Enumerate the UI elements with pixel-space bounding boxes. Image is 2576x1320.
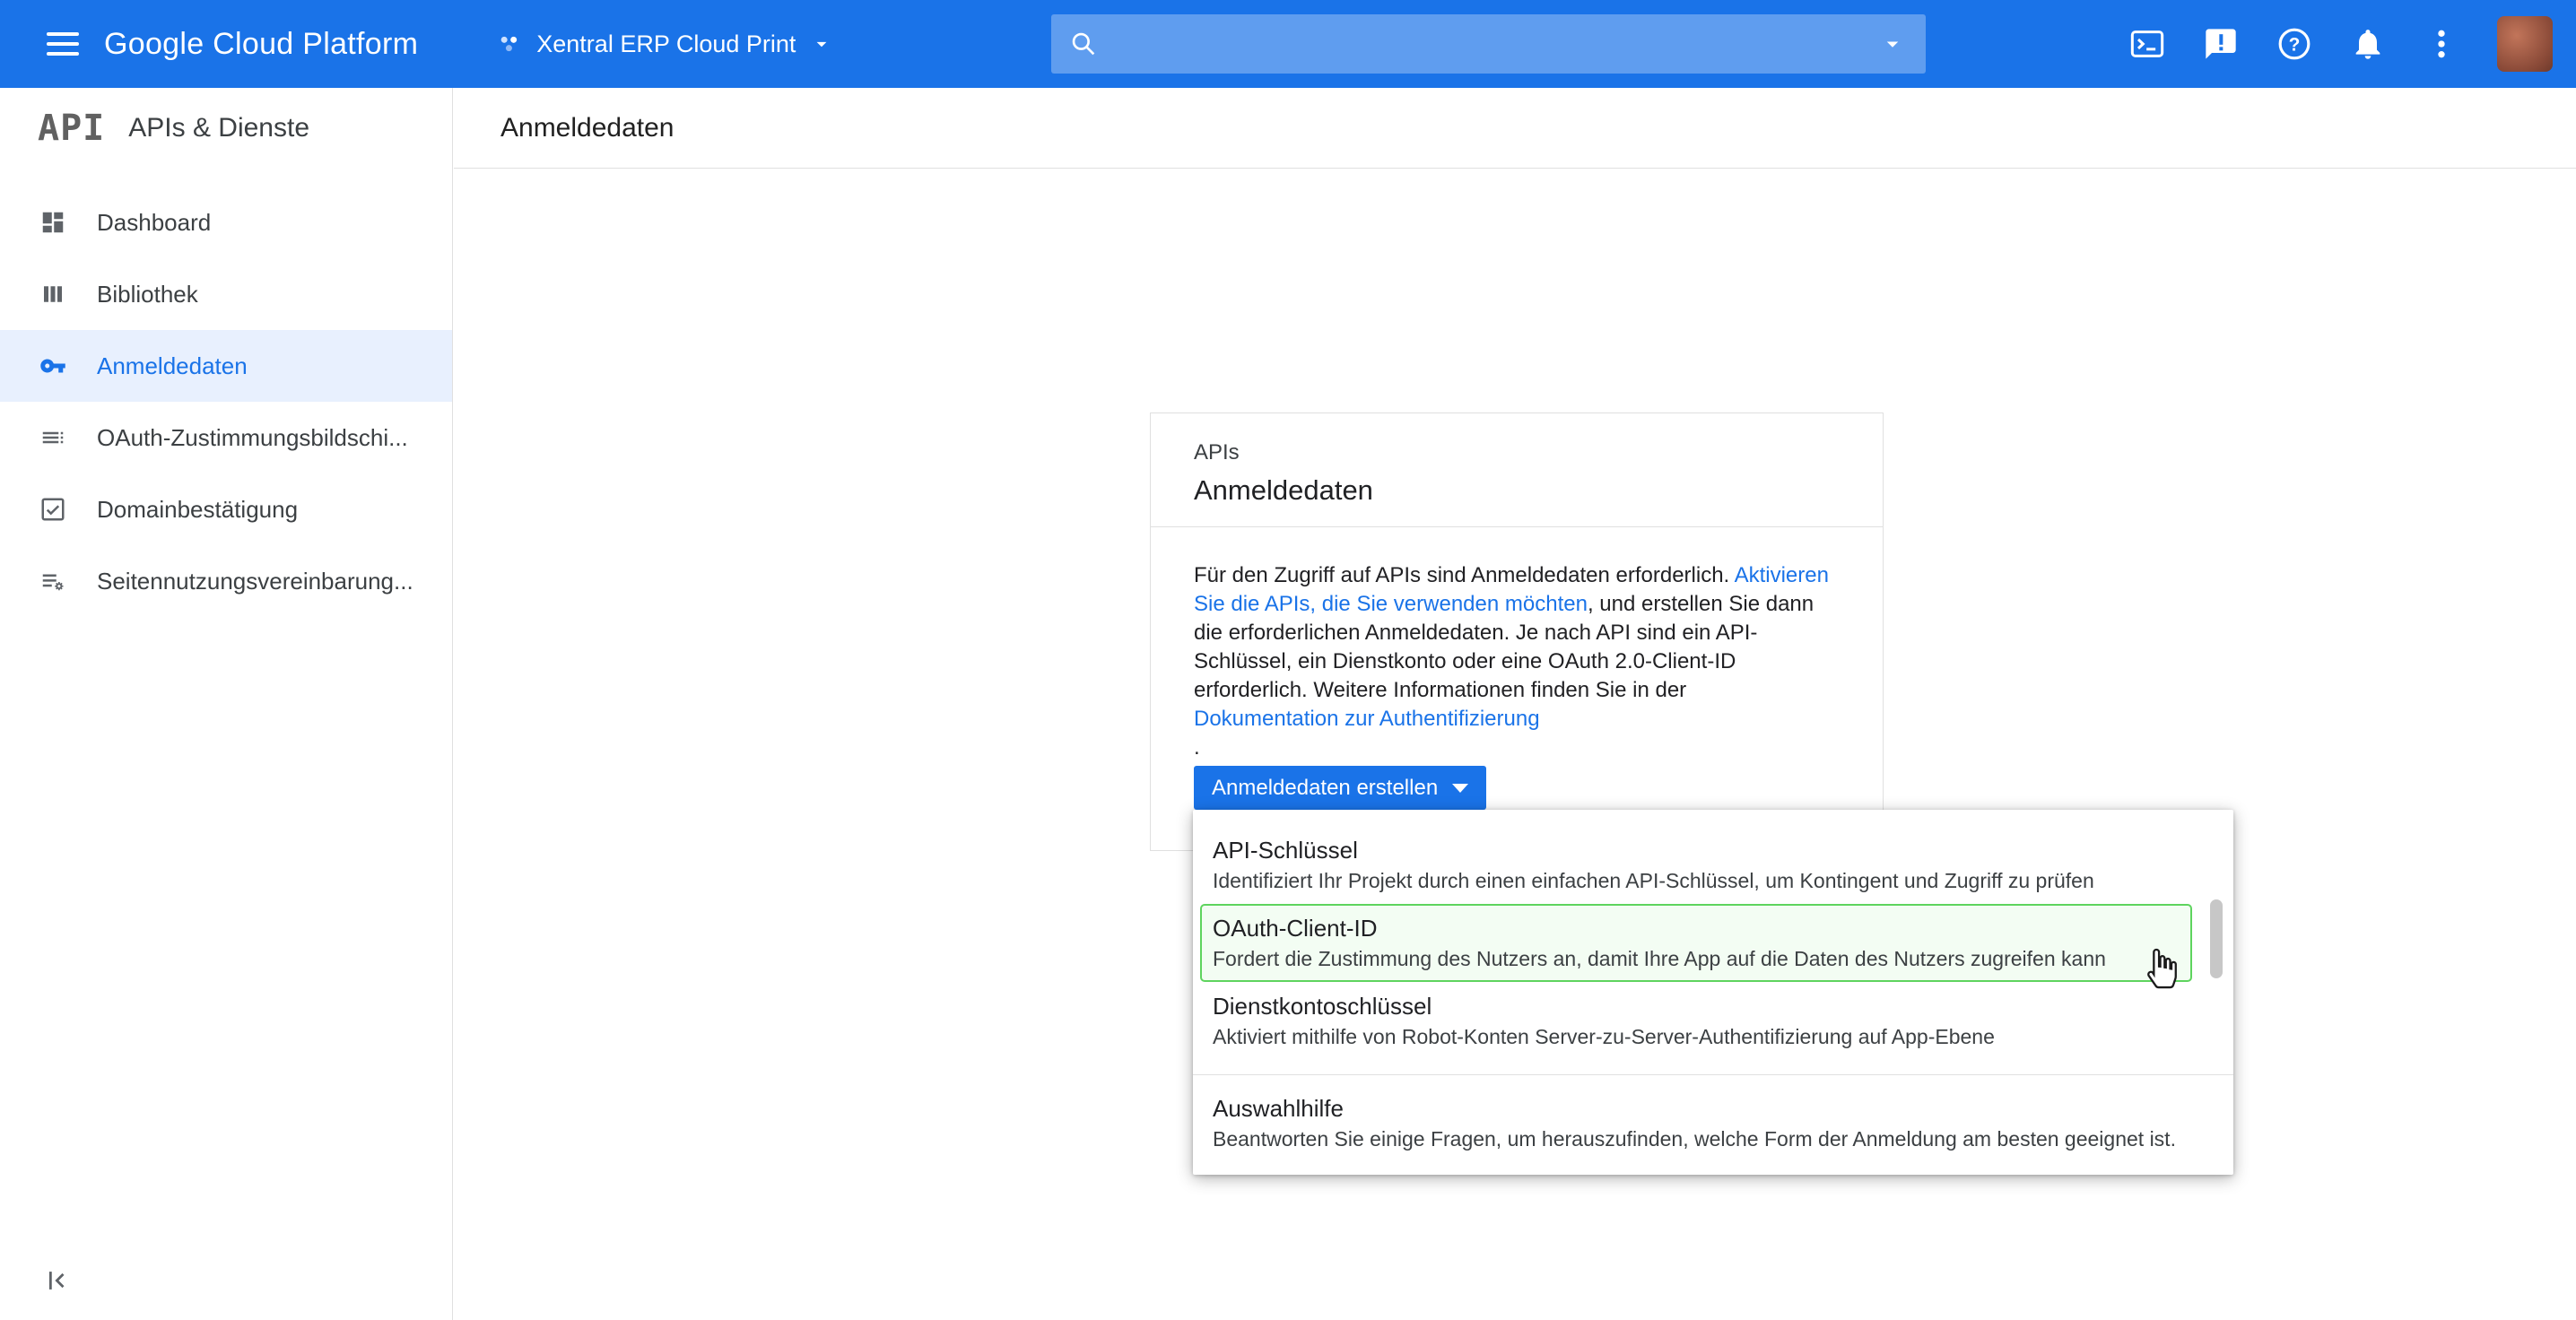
content-header: Anmeldedaten bbox=[454, 88, 2576, 169]
svg-text:?: ? bbox=[2289, 35, 2301, 56]
card-head: APIs Anmeldedaten bbox=[1151, 413, 1883, 507]
search-input[interactable] bbox=[1098, 30, 1879, 58]
card-title: Anmeldedaten bbox=[1194, 474, 1840, 507]
sidebar-item-oauth-consent[interactable]: OAuth-Zustimmungsbildschi... bbox=[0, 402, 452, 473]
create-credentials-button[interactable]: Anmeldedaten erstellen bbox=[1194, 766, 1486, 810]
sidebar-item-label: Seitennutzungsvereinbarung... bbox=[97, 568, 413, 595]
cloud-shell-icon[interactable] bbox=[2129, 26, 2165, 62]
sidebar-item-dashboard[interactable]: Dashboard bbox=[0, 187, 452, 258]
search-icon bbox=[1069, 30, 1098, 58]
menu-item-description: Aktiviert mithilfe von Robot-Konten Serv… bbox=[1213, 1023, 2214, 1051]
page-title: Anmeldedaten bbox=[500, 113, 674, 143]
sidebar-item-label: Bibliothek bbox=[97, 281, 198, 308]
hamburger-menu-icon[interactable] bbox=[34, 15, 91, 73]
create-credentials-label: Anmeldedaten erstellen bbox=[1212, 776, 1438, 801]
card-paragraph-text: . bbox=[1194, 734, 1832, 762]
list-gear-icon bbox=[39, 568, 66, 595]
menu-separator bbox=[1193, 1074, 2233, 1075]
help-icon[interactable]: ? bbox=[2276, 26, 2312, 62]
sidebar: API APIs & Dienste Dashboard Bibliothek … bbox=[0, 88, 453, 1320]
project-selector[interactable]: Xentral ERP Cloud Print bbox=[497, 30, 833, 58]
auth-docs-link[interactable]: Dokumentation zur Authentifizierung bbox=[1194, 707, 1540, 731]
sidebar-item-label: Anmeldedaten bbox=[97, 352, 248, 380]
sidebar-item-page-usage-agreements[interactable]: Seitennutzungsvereinbarung... bbox=[0, 545, 452, 617]
chevron-down-icon bbox=[810, 32, 833, 56]
menu-item-title: Dienstkontoschlüssel bbox=[1213, 991, 2214, 1021]
key-icon bbox=[39, 352, 66, 379]
credentials-card: APIs Anmeldedaten Für den Zugriff auf AP… bbox=[1150, 412, 1884, 851]
sidebar-item-credentials[interactable]: Anmeldedaten bbox=[0, 330, 452, 402]
topbar: Google Cloud Platform Xentral ERP Cloud … bbox=[0, 0, 2576, 88]
button-chevron-down-icon bbox=[1452, 784, 1468, 793]
search-chevron-down-icon[interactable] bbox=[1879, 30, 1906, 57]
sidebar-item-domain-verification[interactable]: Domainbestätigung bbox=[0, 473, 452, 545]
menu-item-title: OAuth-Client-ID bbox=[1213, 913, 2178, 943]
sidebar-item-label: Domainbestätigung bbox=[97, 496, 298, 524]
menu-scrollbar-thumb[interactable] bbox=[2210, 899, 2223, 978]
menu-item-service-account-key[interactable]: Dienstkontoschlüssel Aktiviert mithilfe … bbox=[1193, 982, 2233, 1060]
notifications-bell-icon[interactable] bbox=[2350, 26, 2386, 62]
card-paragraph-text: Für den Zugriff auf APIs sind Anmeldedat… bbox=[1194, 563, 1735, 587]
project-icon bbox=[497, 31, 522, 56]
create-credentials-menu: API-Schlüssel Identifiziert Ihr Projekt … bbox=[1193, 810, 2233, 1175]
menu-item-api-key[interactable]: API-Schlüssel Identifiziert Ihr Projekt … bbox=[1193, 826, 2233, 904]
sidebar-item-label: OAuth-Zustimmungsbildschi... bbox=[97, 424, 408, 452]
api-logo: API bbox=[38, 108, 105, 149]
brand-title[interactable]: Google Cloud Platform bbox=[104, 27, 418, 62]
menu-item-help-me-choose[interactable]: Auswahlhilfe Beantworten Sie einige Frag… bbox=[1193, 1084, 2233, 1162]
search-bar[interactable] bbox=[1051, 14, 1926, 74]
menu-item-description: Beantworten Sie einige Fragen, um heraus… bbox=[1213, 1125, 2214, 1153]
topbar-actions: ? bbox=[2129, 0, 2553, 88]
sidebar-item-label: Dashboard bbox=[97, 209, 211, 237]
menu-item-oauth-client-id[interactable]: OAuth-Client-ID Fordert die Zustimmung d… bbox=[1200, 904, 2192, 982]
collapse-sidebar-icon[interactable] bbox=[36, 1261, 75, 1300]
card-eyebrow: APIs bbox=[1194, 440, 1840, 465]
sidebar-item-library[interactable]: Bibliothek bbox=[0, 258, 452, 330]
dashboard-icon bbox=[39, 209, 66, 236]
menu-item-description: Fordert die Zustimmung des Nutzers an, d… bbox=[1213, 945, 2178, 973]
sidebar-title: APIs & Dienste bbox=[128, 113, 309, 143]
more-vertical-icon[interactable] bbox=[2424, 26, 2459, 62]
menu-item-title: API-Schlüssel bbox=[1213, 835, 2214, 865]
feedback-icon[interactable] bbox=[2203, 26, 2239, 62]
menu-item-description: Identifiziert Ihr Projekt durch einen ei… bbox=[1213, 867, 2214, 895]
sidebar-header: API APIs & Dienste bbox=[0, 88, 452, 169]
library-icon bbox=[39, 281, 66, 308]
menu-item-title: Auswahlhilfe bbox=[1213, 1093, 2214, 1124]
card-body: Für den Zugriff auf APIs sind Anmeldedat… bbox=[1151, 527, 1883, 762]
project-name: Xentral ERP Cloud Print bbox=[536, 30, 796, 58]
check-box-icon bbox=[39, 496, 66, 523]
consent-list-icon bbox=[39, 424, 66, 451]
sidebar-nav: Dashboard Bibliothek Anmeldedaten OAuth-… bbox=[0, 169, 452, 617]
user-avatar[interactable] bbox=[2497, 16, 2553, 72]
